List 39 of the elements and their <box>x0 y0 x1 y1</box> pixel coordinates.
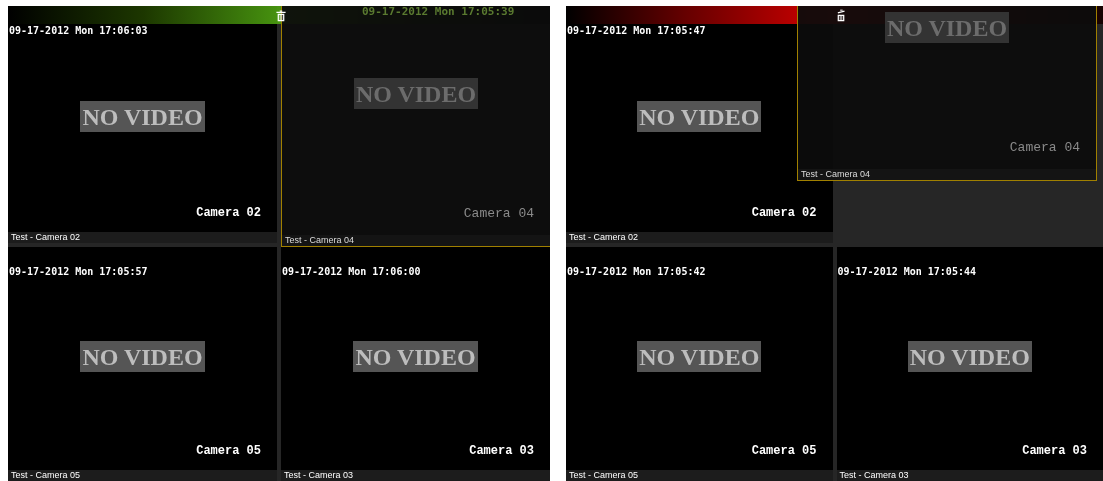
camera-tile[interactable]: 09-17-2012 Mon 17:06:00 NO VIDEO Camera 03 Test - Camera 03 <box>281 247 550 481</box>
timestamp: 09-17-2012 Mon 17:06:03 <box>9 25 148 37</box>
no-video-label: NO VIDEO <box>80 101 205 132</box>
camera-tile[interactable]: 09-17-2012 Mon 17:05:42 NO VIDEO Camera 05 Test - Camera 05 <box>566 247 833 481</box>
no-video-label: NO VIDEO <box>80 340 205 372</box>
camera-name: Camera 03 <box>469 444 534 458</box>
trash-icon[interactable] <box>836 9 846 22</box>
caption-bar: Test - Camera 05 <box>566 470 833 481</box>
caption-bar: Test - Camera 02 <box>566 232 833 243</box>
caption-bar: Test - Camera 04 <box>798 169 1096 180</box>
camera-name: Camera 02 <box>196 206 261 220</box>
caption-bar: Test - Camera 04 <box>282 235 550 246</box>
dragged-camera-tile[interactable]: NO VIDEO Camera 04 Test - Camera 04 <box>797 6 1097 181</box>
camera-name: Camera 05 <box>751 444 817 458</box>
no-video-label: NO VIDEO <box>353 340 478 372</box>
camera-name: Camera 04 <box>1009 141 1080 155</box>
timestamp: 09-17-2012 Mon 17:05:47 <box>567 25 706 37</box>
no-video-label: NO VIDEO <box>907 340 1032 372</box>
camera-name: Camera 02 <box>751 206 817 220</box>
caption-bar: Test - Camera 02 <box>8 232 277 243</box>
trash-icon[interactable] <box>276 9 286 22</box>
no-video-label: NO VIDEO <box>637 101 762 132</box>
no-video-label: NO VIDEO <box>637 340 762 372</box>
camera-name: Camera 05 <box>196 444 261 458</box>
timestamp: 09-17-2012 Mon 17:05:42 <box>567 266 706 278</box>
camera-tile[interactable]: 09-17-2012 Mon 17:05:57 NO VIDEO Camera 05 Test - Camera 05 <box>8 247 277 481</box>
dragged-camera-tile[interactable]: 09-17-2012 Mon 17:05:39 NO VIDEO Camera 04 Test - Camera 04 <box>281 6 550 247</box>
timestamp: 09-17-2012 Mon 17:05:39 <box>362 6 515 18</box>
no-video-label: NO VIDEO <box>353 78 479 109</box>
timestamp: 09-17-2012 Mon 17:05:44 <box>837 266 976 278</box>
no-video-label: NO VIDEO <box>884 12 1010 43</box>
caption-bar: Test - Camera 03 <box>836 470 1103 481</box>
timestamp: 09-17-2012 Mon 17:05:57 <box>9 266 148 278</box>
camera-name: Camera 04 <box>463 207 534 221</box>
caption-bar: Test - Camera 03 <box>281 470 550 481</box>
camera-name: Camera 03 <box>1022 444 1087 458</box>
caption-bar: Test - Camera 05 <box>8 470 277 481</box>
camera-tile[interactable]: 09-17-2012 Mon 17:05:44 NO VIDEO Camera 03 Test - Camera 03 <box>836 247 1103 481</box>
timestamp: 09-17-2012 Mon 17:06:00 <box>282 266 421 278</box>
